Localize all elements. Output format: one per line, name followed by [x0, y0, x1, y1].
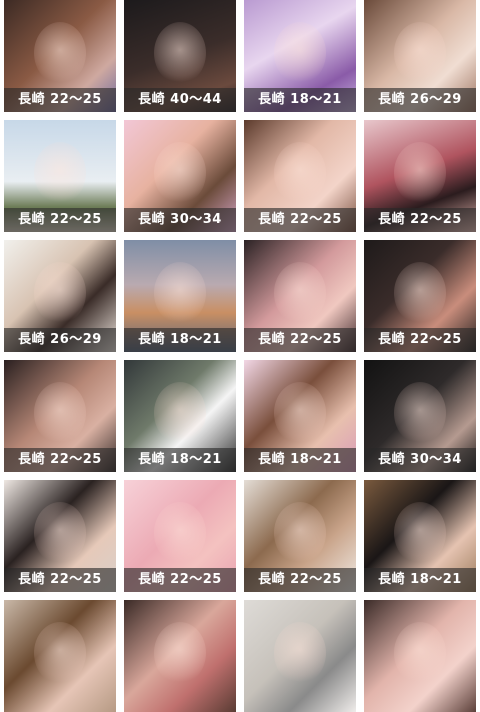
profile-caption: 長崎 22〜25 — [4, 568, 116, 592]
profile-tile[interactable]: 長崎 26〜29 — [4, 240, 116, 352]
profile-caption: 長崎 18〜21 — [244, 88, 356, 112]
profile-caption: 長崎 22〜25 — [364, 328, 476, 352]
profile-caption: 長崎 18〜21 — [124, 328, 236, 352]
profile-tile[interactable]: 長崎 22〜25 — [124, 480, 236, 592]
profile-tile[interactable]: 長崎 22〜25 — [364, 120, 476, 232]
profile-tile[interactable]: 長崎 22〜25 — [4, 360, 116, 472]
profile-caption: 長崎 18〜21 — [124, 448, 236, 472]
profile-photo — [4, 600, 116, 712]
profile-tile[interactable]: 長崎 26〜29 — [364, 0, 476, 112]
profile-tile[interactable] — [124, 600, 236, 712]
profile-caption: 長崎 18〜21 — [244, 448, 356, 472]
profile-caption: 長崎 22〜25 — [4, 88, 116, 112]
profile-caption: 長崎 26〜29 — [364, 88, 476, 112]
profile-caption: 長崎 18〜21 — [364, 568, 476, 592]
profile-tile[interactable]: 長崎 30〜34 — [124, 120, 236, 232]
profile-tile[interactable]: 長崎 22〜25 — [4, 0, 116, 112]
profile-tile[interactable]: 長崎 30〜34 — [364, 360, 476, 472]
profile-caption: 長崎 22〜25 — [244, 208, 356, 232]
profile-caption: 長崎 22〜25 — [4, 448, 116, 472]
profile-tile[interactable]: 長崎 40〜44 — [124, 0, 236, 112]
profile-photo — [364, 600, 476, 712]
profile-tile[interactable]: 長崎 22〜25 — [244, 120, 356, 232]
profile-photo — [244, 600, 356, 712]
profile-tile[interactable] — [4, 600, 116, 712]
profile-caption: 長崎 30〜34 — [364, 448, 476, 472]
profile-tile[interactable] — [364, 600, 476, 712]
profile-tile[interactable]: 長崎 22〜25 — [244, 480, 356, 592]
profile-caption: 長崎 22〜25 — [244, 328, 356, 352]
profile-tile[interactable]: 長崎 18〜21 — [244, 360, 356, 472]
profile-photo — [124, 600, 236, 712]
profile-caption: 長崎 30〜34 — [124, 208, 236, 232]
profile-caption: 長崎 22〜25 — [364, 208, 476, 232]
profile-tile[interactable]: 長崎 22〜25 — [364, 240, 476, 352]
profile-tile[interactable]: 長崎 18〜21 — [124, 360, 236, 472]
profile-caption: 長崎 40〜44 — [124, 88, 236, 112]
profile-tile[interactable]: 長崎 22〜25 — [4, 120, 116, 232]
profile-tile[interactable]: 長崎 22〜25 — [4, 480, 116, 592]
profile-tile[interactable]: 長崎 22〜25 — [244, 240, 356, 352]
profile-caption: 長崎 22〜25 — [4, 208, 116, 232]
profile-caption: 長崎 22〜25 — [124, 568, 236, 592]
profile-tile[interactable] — [244, 600, 356, 712]
profile-grid: 長崎 22〜25 長崎 40〜44 長崎 18〜21 長崎 26〜29 長崎 22〜25… — [4, 0, 476, 712]
profile-tile[interactable]: 長崎 18〜21 — [244, 0, 356, 112]
profile-tile[interactable]: 長崎 18〜21 — [364, 480, 476, 592]
profile-caption: 長崎 22〜25 — [244, 568, 356, 592]
profile-caption: 長崎 26〜29 — [4, 328, 116, 352]
profile-tile[interactable]: 長崎 18〜21 — [124, 240, 236, 352]
